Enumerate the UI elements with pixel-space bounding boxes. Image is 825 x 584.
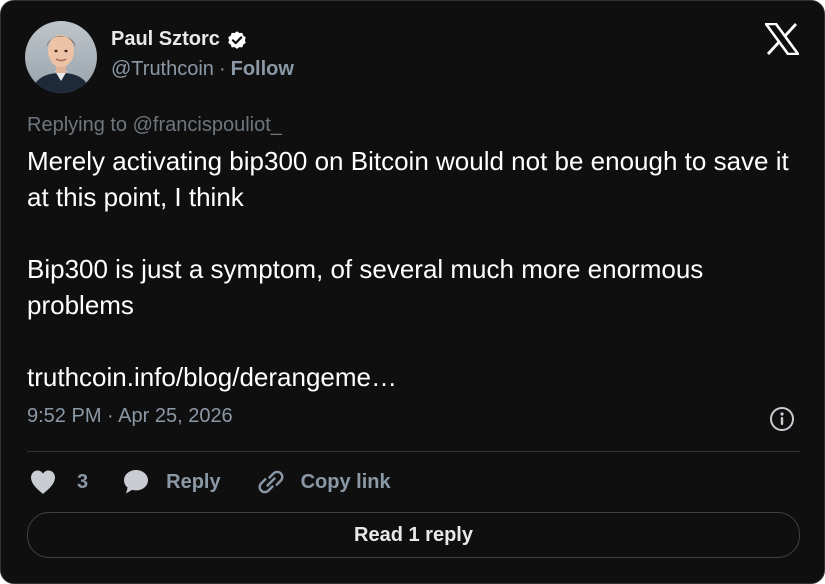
speech-bubble-icon — [124, 470, 149, 494]
copy-link-button[interactable]: Copy link — [257, 468, 391, 496]
like-button[interactable]: 3 — [29, 469, 88, 495]
verified-badge-icon — [228, 30, 246, 49]
reply-button[interactable]: Reply — [122, 468, 221, 496]
x-logo-icon[interactable] — [765, 23, 799, 55]
reply-label: Reply — [166, 470, 221, 493]
tweet-paragraph: Bip300 is just a symptom, of several muc… — [27, 254, 704, 320]
avatar-photo — [25, 21, 97, 93]
author-handle[interactable]: @Truthcoin — [111, 58, 214, 81]
author-handle-row: @Truthcoin · Follow — [111, 58, 294, 81]
read-replies-button[interactable]: Read 1 reply — [27, 512, 800, 558]
avatar[interactable] — [25, 21, 97, 93]
divider — [27, 451, 800, 452]
info-icon[interactable] — [769, 406, 795, 432]
tweet-timestamp[interactable]: 9:52 PM · Apr 25, 2026 — [27, 405, 233, 428]
link-icon — [258, 470, 284, 494]
copy-link-label: Copy link — [300, 470, 391, 493]
separator-dot: · — [218, 58, 226, 80]
author-name-row[interactable]: Paul Sztorc — [111, 28, 248, 51]
like-count: 3 — [77, 470, 89, 493]
action-bar: 3 Reply Copy link — [29, 467, 391, 497]
follow-button[interactable]: Follow — [231, 58, 294, 81]
tweet-body: Merely activating bip300 on Bitcoin woul… — [27, 143, 807, 395]
tweet-paragraph: Merely activating bip300 on Bitcoin woul… — [27, 146, 789, 212]
tweet-embed-card: Paul Sztorc @Truthcoin · Follow Replying… — [0, 0, 825, 584]
author-display-name[interactable]: Paul Sztorc — [111, 28, 220, 51]
replying-to-label: Replying to @francispouliot_ — [27, 114, 282, 136]
heart-icon — [31, 470, 55, 494]
tweet-link[interactable]: truthcoin.info/blog/derangeme… — [27, 362, 397, 392]
